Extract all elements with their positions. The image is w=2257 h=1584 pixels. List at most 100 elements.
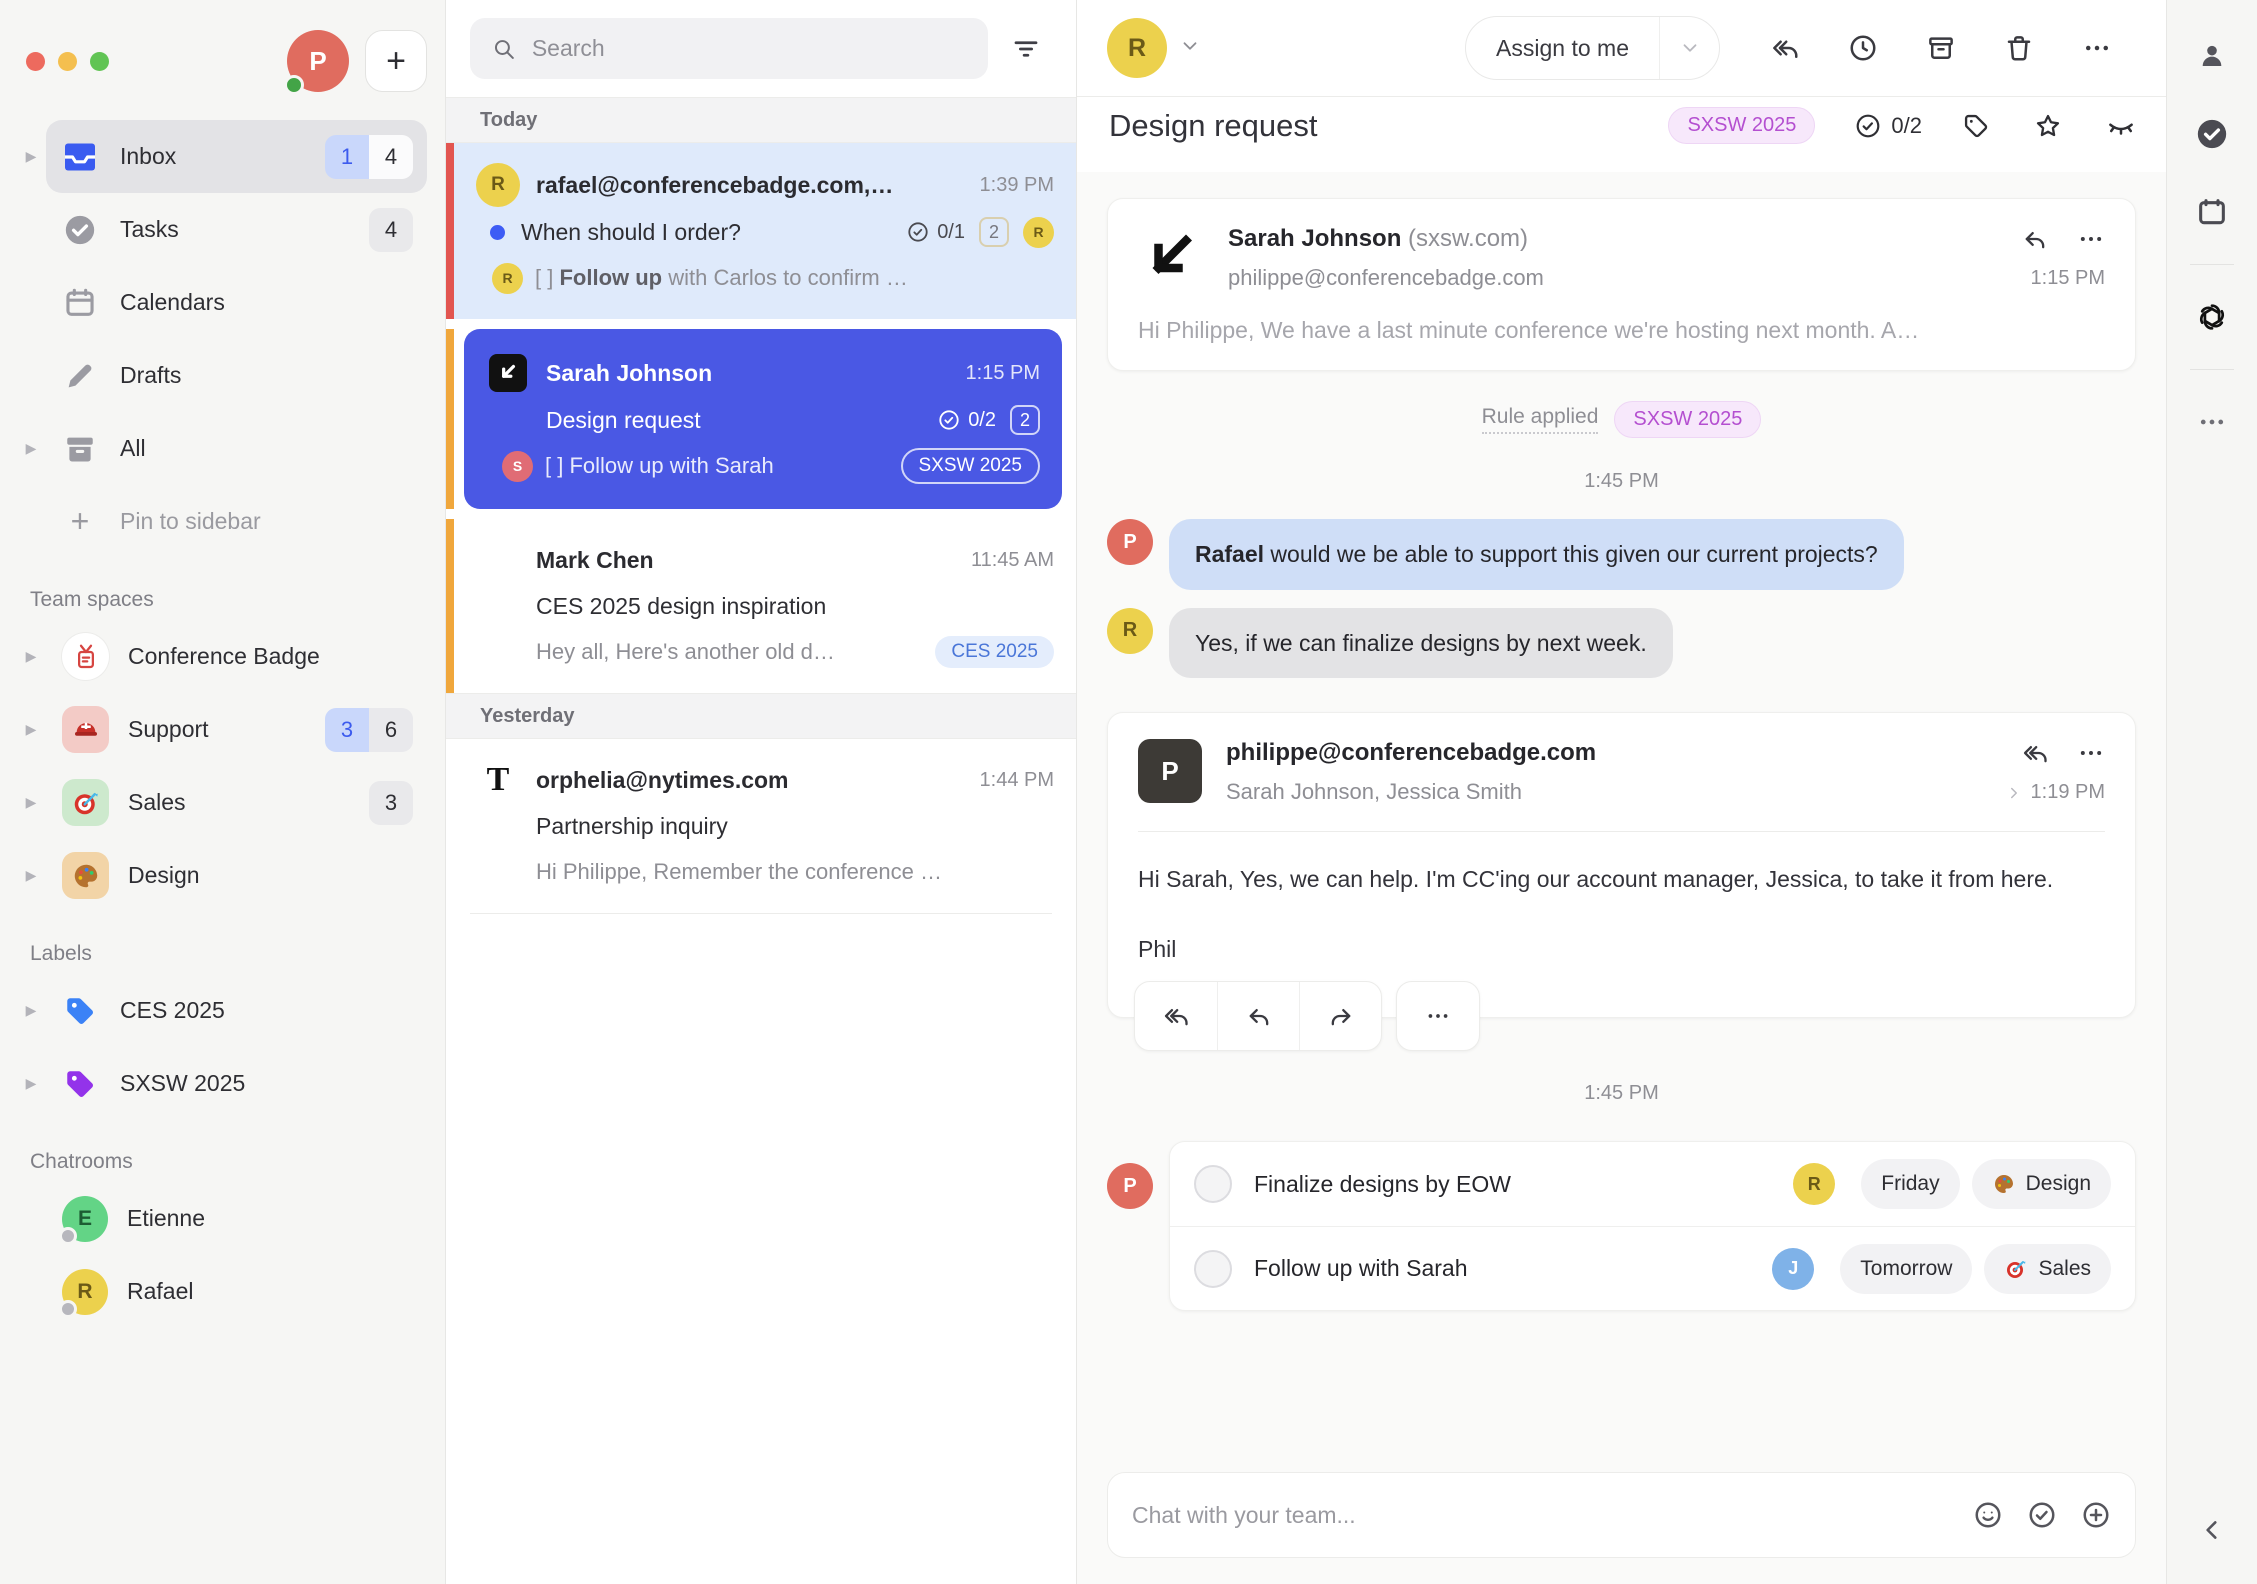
reply-all-button[interactable] xyxy=(2021,739,2049,767)
email-list-item[interactable]: Mark Chen 11:45 AM CES 2025 design inspi… xyxy=(446,519,1076,693)
team-chat-input[interactable] xyxy=(1132,1501,1973,1529)
email-list-item[interactable]: R rafael@conferencebadge.com,… 1:39 PM W… xyxy=(446,143,1076,319)
disclosure-caret-icon[interactable]: ▶ xyxy=(16,794,46,811)
sidebar-item-inbox[interactable]: ▶ Inbox 1 4 xyxy=(16,120,427,193)
reply-all-button[interactable] xyxy=(1746,16,1824,80)
disclosure-caret-icon[interactable]: ▶ xyxy=(16,1075,46,1092)
task-assignee-avatar[interactable]: J xyxy=(1772,1247,1815,1290)
more-button[interactable] xyxy=(2077,739,2105,767)
disclosure-caret-icon[interactable]: ▶ xyxy=(16,148,46,165)
forward-button[interactable] xyxy=(1299,982,1381,1051)
tasks-timestamp: 1:45 PM xyxy=(1584,1082,1659,1105)
due-date-pill[interactable]: Tomorrow xyxy=(1840,1243,1973,1294)
sidebar-item-all[interactable]: ▶ All xyxy=(16,412,427,485)
disclosure-caret-icon[interactable]: ▶ xyxy=(16,1002,46,1019)
create-task-button[interactable] xyxy=(2027,1500,2057,1530)
group-header-today: Today xyxy=(446,97,1076,143)
space-pill-design[interactable]: Design xyxy=(1971,1159,2111,1210)
sidebar-item-conference-badge[interactable]: ▶ Conference Badge xyxy=(16,620,427,693)
emoji-button[interactable] xyxy=(1973,1500,2003,1530)
more-reply-options-button[interactable] xyxy=(1397,982,1479,1050)
task-progress[interactable]: 0/2 xyxy=(1855,113,1922,139)
email-list-item[interactable]: T orphelia@nytimes.com 1:44 PM Partnersh… xyxy=(446,739,1076,913)
task-assignee-avatar[interactable]: R xyxy=(1793,1163,1836,1206)
reply-button[interactable] xyxy=(1217,982,1299,1051)
zoom-window-button[interactable] xyxy=(90,51,109,71)
sidebar-item-sales[interactable]: ▶ Sales 3 xyxy=(16,766,427,839)
mute-eye-icon[interactable] xyxy=(2106,111,2136,141)
email-time: 11:45 AM xyxy=(970,548,1054,571)
label-pill-sxsw[interactable]: SXSW 2025 xyxy=(1614,401,1762,438)
trash-button[interactable] xyxy=(1980,16,2058,80)
email-time[interactable]: 1:19 PM xyxy=(2005,781,2105,804)
assignee-avatar[interactable]: R xyxy=(1107,18,1167,78)
label-pill-sxsw[interactable]: SXSW 2025 xyxy=(1668,107,1816,144)
sidebar-item-drafts[interactable]: Drafts xyxy=(16,339,427,412)
email-card-expanded[interactable]: P philippe@conferencebadge.com Sarah Joh… xyxy=(1107,712,2136,1052)
purple-tag-icon xyxy=(62,1066,98,1102)
sidebar-item-calendars[interactable]: Calendars xyxy=(16,266,427,339)
sidebar-item-sxsw-2025[interactable]: ▶ SXSW 2025 xyxy=(16,1047,427,1120)
rule-applied-link[interactable]: Rule applied xyxy=(1481,405,1599,434)
disclosure-caret-icon[interactable]: ▶ xyxy=(16,867,46,884)
chat-message: R Yes, if we can finalize designs by nex… xyxy=(1107,607,2136,678)
openai-integration-button[interactable] xyxy=(2187,289,2237,345)
disclosure-caret-icon[interactable]: ▶ xyxy=(16,648,46,665)
pin-to-sidebar-button[interactable]: + Pin to sidebar xyxy=(16,485,427,558)
sidebar-item-ces-2025[interactable]: ▶ CES 2025 xyxy=(16,974,427,1047)
archive-button[interactable] xyxy=(1902,16,1980,80)
search-bar[interactable] xyxy=(470,18,988,79)
chat-message: P Rafael would we be able to support thi… xyxy=(1107,519,2136,590)
tasks-panel-button[interactable] xyxy=(2187,106,2237,162)
task-checkbox[interactable] xyxy=(1194,1165,1232,1204)
task-row[interactable]: Finalize designs by EOW R Friday Design xyxy=(1170,1142,2135,1226)
more-actions-button[interactable] xyxy=(2058,16,2136,80)
reply-action-bar xyxy=(1134,981,1480,1052)
email-sender: philippe@conferencebadge.com xyxy=(1226,739,1597,766)
tag-icon[interactable] xyxy=(1962,112,1990,140)
assign-dropdown-button[interactable] xyxy=(1659,17,1719,79)
reply-button[interactable] xyxy=(2021,225,2049,253)
current-user-avatar[interactable]: P xyxy=(284,30,349,95)
email-subject: Partnership inquiry xyxy=(536,812,728,839)
star-icon[interactable] xyxy=(2034,112,2062,140)
conversation-scroll[interactable]: Sarah Johnson (sxsw.com) philippe@confer… xyxy=(1077,172,2166,1452)
chevron-down-icon[interactable] xyxy=(1179,35,1201,62)
more-integrations-button[interactable] xyxy=(2187,394,2237,450)
sidebar-item-chatroom-etienne[interactable]: E Etienne xyxy=(16,1182,427,1255)
sender-avatar: R xyxy=(476,163,520,207)
disclosure-caret-icon[interactable]: ▶ xyxy=(16,440,46,457)
label-pill-ces[interactable]: CES 2025 xyxy=(935,636,1054,668)
contact-details-button[interactable] xyxy=(2187,28,2237,84)
email-list-item-selected[interactable]: Sarah Johnson 1:15 PM Design request 0/2… xyxy=(446,329,1076,509)
compose-new-button[interactable]: + xyxy=(365,30,427,92)
filter-button[interactable] xyxy=(998,21,1054,77)
email-time: 1:15 PM xyxy=(2030,267,2105,289)
task-row[interactable]: Follow up with Sarah J Tomorrow Sales xyxy=(1170,1226,2135,1310)
email-list-scroll[interactable]: Today R rafael@conferencebadge.com,… 1:3… xyxy=(446,97,1076,1584)
assign-to-me-button[interactable]: Assign to me xyxy=(1465,16,1720,80)
sidebar-item-chatroom-rafael[interactable]: R Rafael xyxy=(16,1255,427,1328)
calendar-panel-button[interactable] xyxy=(2187,184,2237,240)
collapse-panel-button[interactable] xyxy=(2187,1502,2237,1558)
email-card-collapsed[interactable]: Sarah Johnson (sxsw.com) philippe@confer… xyxy=(1107,198,2136,371)
add-attachment-button[interactable] xyxy=(2081,1500,2111,1530)
label-pill-sxsw[interactable]: SXSW 2025 xyxy=(900,448,1040,484)
snooze-button[interactable] xyxy=(1824,16,1902,80)
more-button[interactable] xyxy=(2077,225,2105,253)
due-date-pill[interactable]: Friday xyxy=(1861,1159,1960,1210)
space-pill-sales[interactable]: Sales xyxy=(1984,1243,2111,1294)
sidebar-item-design[interactable]: ▶ Design xyxy=(16,839,427,912)
sidebar-item-support[interactable]: ▶ Support 3 6 xyxy=(16,693,427,766)
email-preview: Hi Philippe, We have a last minute confe… xyxy=(1138,317,1920,343)
disclosure-caret-icon[interactable]: ▶ xyxy=(16,721,46,738)
sidebar-item-tasks[interactable]: Tasks 4 xyxy=(16,193,427,266)
ellipsis-icon xyxy=(2086,45,2108,51)
email-sender: Mark Chen xyxy=(536,546,654,573)
minimize-window-button[interactable] xyxy=(58,51,77,71)
inbox-icon xyxy=(62,139,98,175)
close-window-button[interactable] xyxy=(26,51,45,71)
task-checkbox[interactable] xyxy=(1194,1249,1232,1288)
reply-all-button[interactable] xyxy=(1135,982,1217,1050)
search-input[interactable] xyxy=(531,35,966,62)
